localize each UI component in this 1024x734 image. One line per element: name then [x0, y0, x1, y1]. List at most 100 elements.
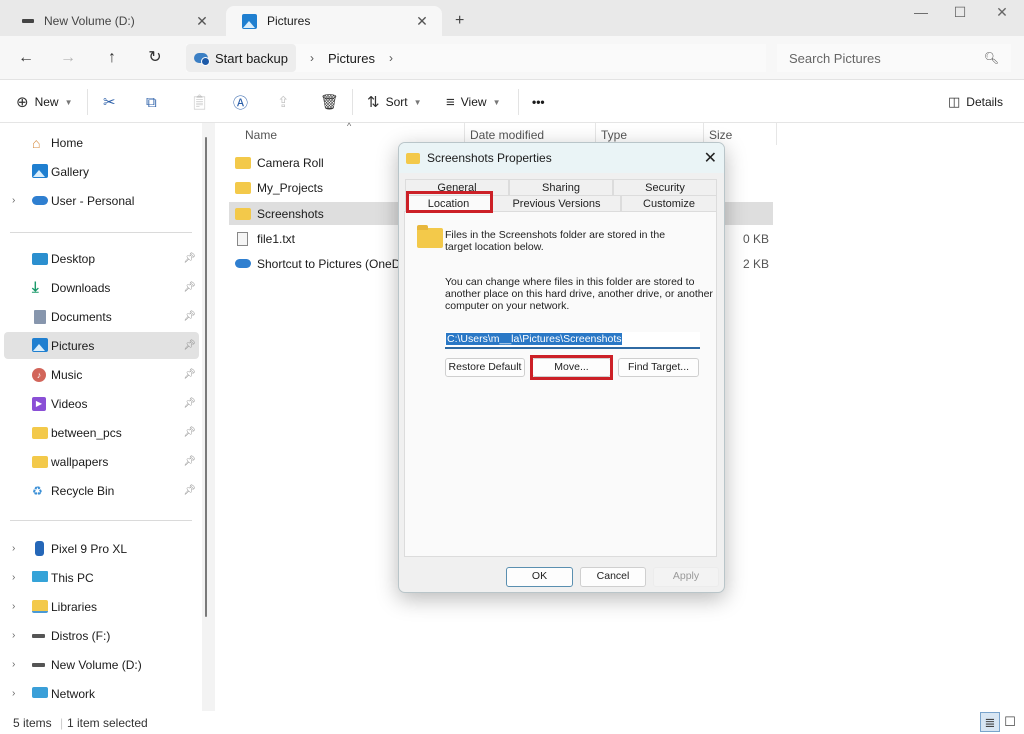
large-icons-view-button[interactable]: ☐	[1000, 712, 1020, 732]
sidebar-item-label: This PC	[51, 570, 94, 585]
more-options-button[interactable]: •••	[532, 90, 545, 114]
pin-icon[interactable]: 📌︎	[183, 456, 196, 467]
column-header-date-modified[interactable]: Date modified	[470, 128, 544, 142]
sidebar-item-distros-f[interactable]: › Distros (F:)	[4, 622, 199, 649]
chevron-right-icon[interactable]: ›	[12, 572, 15, 583]
copy-button[interactable]: ⧉	[146, 90, 163, 114]
sidebar-item-pictures[interactable]: Pictures 📌︎	[4, 332, 199, 359]
pin-icon[interactable]: 📌︎	[183, 282, 196, 293]
sidebar-item-music[interactable]: ♪ Music 📌︎	[4, 361, 199, 388]
chevron-right-icon[interactable]: ›	[12, 688, 15, 699]
location-desc-line-3: computer on your network.	[445, 300, 570, 312]
address-bar[interactable]: Start backup › Pictures ›	[186, 44, 766, 72]
sidebar-item-libraries[interactable]: › Libraries	[4, 593, 199, 620]
column-header-name[interactable]: Name	[245, 128, 277, 142]
chevron-right-icon[interactable]: ›	[12, 630, 15, 641]
chevron-right-icon[interactable]: ›	[12, 659, 15, 670]
forward-button[interactable]: →	[56, 46, 80, 70]
folder-icon	[406, 152, 420, 164]
refresh-button[interactable]: ↻	[143, 46, 167, 70]
file-name: Screenshots	[257, 206, 324, 221]
sidebar-item-between-pcs[interactable]: between_pcs 📌︎	[4, 419, 199, 446]
sidebar-scrollbar[interactable]	[202, 123, 215, 711]
pin-icon[interactable]: 📌︎	[183, 369, 196, 380]
sidebar-item-home[interactable]: ⌂ Home	[4, 129, 199, 156]
pin-icon[interactable]: 📌︎	[183, 485, 196, 496]
cancel-button[interactable]: Cancel	[580, 567, 646, 587]
find-target-button[interactable]: Find Target...	[618, 358, 699, 377]
sidebar-item-desktop[interactable]: Desktop 📌︎	[4, 245, 199, 272]
pin-icon[interactable]: 📌︎	[183, 311, 196, 322]
sidebar-item-documents[interactable]: Documents 📌︎	[4, 303, 199, 330]
sidebar-item-network[interactable]: › Network	[4, 680, 199, 707]
properties-dialog: Screenshots Properties ✕ General Sharing…	[398, 142, 725, 593]
new-button[interactable]: ⊕ New ▼	[16, 90, 73, 114]
tab-previous-versions[interactable]: Previous Versions	[492, 195, 621, 211]
maximize-button[interactable]: ☐	[945, 4, 975, 21]
close-tab-icon[interactable]: ✕	[192, 13, 212, 30]
tab-customize[interactable]: Customize	[621, 195, 717, 211]
tab-new-volume[interactable]: New Volume (D:) ✕	[6, 6, 222, 36]
folder-icon	[235, 181, 251, 194]
restore-default-button[interactable]: Restore Default	[445, 358, 525, 377]
apply-button[interactable]: Apply	[653, 567, 719, 587]
tab-sharing[interactable]: Sharing	[509, 179, 613, 195]
chevron-right-icon[interactable]: ›	[12, 601, 15, 612]
tab-security[interactable]: Security	[613, 179, 717, 195]
sidebar-item-recycle-bin[interactable]: ♻ Recycle Bin 📌︎	[4, 477, 199, 504]
ok-button[interactable]: OK	[506, 567, 573, 587]
cut-button[interactable]: ✂	[103, 90, 122, 114]
view-button[interactable]: ≡ View ▼	[446, 90, 500, 114]
sidebar-item-new-volume-d[interactable]: › New Volume (D:)	[4, 651, 199, 678]
close-tab-icon[interactable]: ✕	[412, 13, 432, 30]
tab-label: Pictures	[267, 14, 311, 28]
sidebar-item-pixel-9-pro-xl[interactable]: › Pixel 9 Pro XL	[4, 535, 199, 562]
close-window-button[interactable]: ✕	[987, 4, 1017, 21]
pin-icon[interactable]: 📌︎	[183, 427, 196, 438]
this-pc-icon	[32, 571, 48, 582]
new-label: New	[34, 95, 59, 109]
pictures-icon	[32, 338, 48, 352]
sidebar-item-videos[interactable]: ▶ Videos 📌︎	[4, 390, 199, 417]
column-header-type[interactable]: Type	[601, 128, 627, 142]
chevron-right-icon[interactable]: ›	[12, 195, 15, 206]
column-header-size[interactable]: Size	[709, 128, 732, 142]
rename-button[interactable]: Ⓐ	[233, 90, 254, 114]
delete-button[interactable]: 🗑︎	[320, 90, 345, 114]
details-button[interactable]: ◫ Details	[948, 90, 1003, 114]
share-button[interactable]: ⇪	[277, 90, 296, 114]
dialog-close-button[interactable]: ✕	[704, 148, 717, 168]
breadcrumb-separator[interactable]: ›	[310, 51, 314, 65]
search-placeholder: Search Pictures	[789, 50, 881, 66]
sidebar-item-gallery[interactable]: Gallery	[4, 158, 199, 185]
sidebar-item-wallpapers[interactable]: wallpapers 📌︎	[4, 448, 199, 475]
dialog-title-bar[interactable]: Screenshots Properties ✕	[399, 143, 724, 173]
breadcrumb-start-backup[interactable]: Start backup	[186, 44, 296, 72]
pin-icon[interactable]: 📌︎	[183, 340, 196, 351]
details-view-button[interactable]: ≣	[980, 712, 1000, 732]
title-bar: New Volume (D:) ✕ Pictures ✕ + — ☐ ✕	[0, 0, 1024, 36]
new-tab-button[interactable]: +	[455, 12, 464, 30]
breadcrumb-pictures[interactable]: Pictures	[328, 51, 375, 66]
column-divider[interactable]	[776, 123, 777, 145]
chevron-right-icon[interactable]: ›	[12, 543, 15, 554]
drive-icon	[32, 663, 45, 667]
breadcrumb-separator[interactable]: ›	[389, 51, 393, 65]
pin-icon[interactable]: 📌︎	[183, 253, 196, 264]
sidebar-item-user-personal[interactable]: › User - Personal	[4, 187, 199, 214]
sidebar-item-downloads[interactable]: ⤓ Downloads 📌︎	[4, 274, 199, 301]
text-file-icon	[237, 231, 248, 246]
tab-pictures[interactable]: Pictures ✕	[226, 6, 442, 36]
back-button[interactable]: ←	[14, 46, 38, 70]
up-button[interactable]: ↑	[100, 46, 124, 70]
paste-button[interactable]: 📋︎	[190, 90, 215, 114]
minimize-button[interactable]: —	[906, 4, 936, 20]
sort-button[interactable]: ⇅ Sort ▼	[367, 90, 422, 114]
sidebar-item-this-pc[interactable]: › This PC	[4, 564, 199, 591]
divider	[87, 89, 88, 115]
location-path-input[interactable]: C:\Users\m__la\Pictures\Screenshots	[445, 332, 700, 349]
pin-icon[interactable]: 📌︎	[183, 398, 196, 409]
sidebar-scroll-thumb[interactable]	[205, 137, 207, 617]
search-input[interactable]: Search Pictures 🔍︎	[777, 44, 1011, 72]
chevron-down-icon: ▼	[413, 97, 422, 107]
